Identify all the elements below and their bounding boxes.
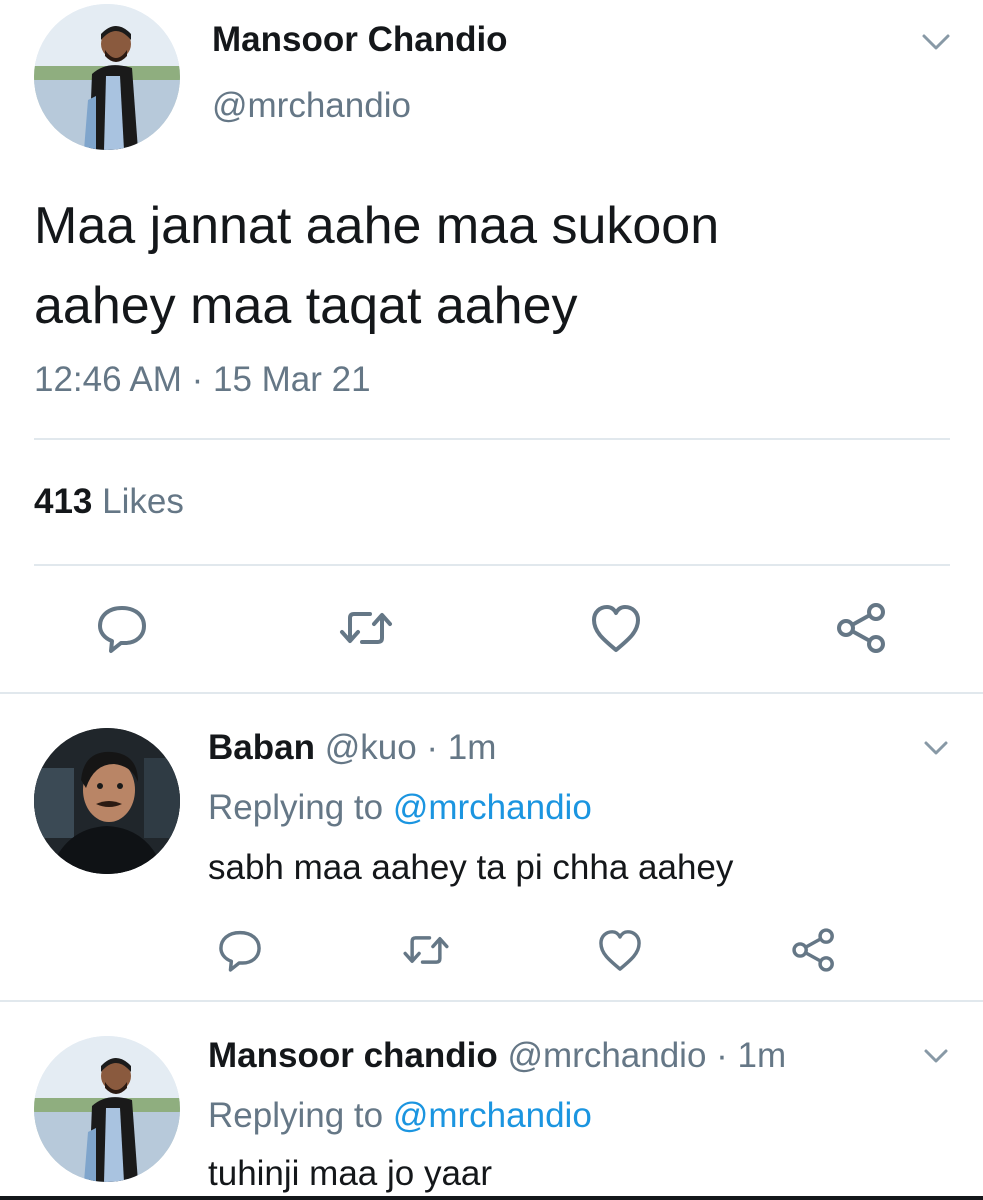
replying-prefix: Replying to (208, 788, 384, 827)
retweet-icon[interactable] (336, 598, 396, 658)
divider (0, 1000, 983, 1002)
tweet-text: Maa jannat aahe maa sukoon aahey maa taq… (34, 197, 720, 335)
reply-icon[interactable] (92, 598, 152, 658)
author-name[interactable]: Mansoor Chandio (212, 20, 508, 60)
tweet-timestamp[interactable]: 12:46 AM · 15 Mar 21 (34, 360, 371, 400)
share-icon[interactable] (832, 598, 892, 658)
retweet-icon[interactable] (400, 924, 452, 976)
reply-author-name[interactable]: Mansoor chandio (208, 1036, 498, 1075)
reply-icon[interactable] (214, 924, 266, 976)
reply-avatar[interactable] (34, 1036, 180, 1182)
reply-author-handle[interactable]: @mrchandio (507, 1036, 706, 1075)
reply-time: · 1m (426, 728, 497, 767)
reply-text: sabh maa aahey ta pi chha aahey (208, 848, 734, 887)
author-avatar[interactable] (34, 4, 180, 150)
likes-label: Likes (102, 482, 184, 521)
replying-handle-link[interactable]: @mrchandio (393, 788, 592, 827)
reply-author-name[interactable]: Baban (208, 728, 315, 767)
bottom-edge (0, 1196, 983, 1200)
divider (34, 564, 950, 566)
reply-time: · 1m (716, 1036, 787, 1075)
replying-to: Replying to @mrchandio (208, 788, 592, 828)
chevron-down-icon[interactable] (920, 732, 952, 764)
divider (34, 438, 950, 440)
reply-text: tuhinji maa jo yaar (208, 1154, 493, 1193)
reply-avatar[interactable] (34, 728, 180, 874)
reply-header: Baban @kuo · 1m (208, 728, 496, 768)
share-icon[interactable] (788, 924, 840, 976)
divider (0, 692, 983, 694)
replying-handle-link[interactable]: @mrchandio (393, 1096, 592, 1135)
author-handle[interactable]: @mrchandio (212, 86, 411, 126)
like-icon[interactable] (594, 924, 646, 976)
likes-stat[interactable]: 413 Likes (34, 482, 184, 522)
reply-author-handle[interactable]: @kuo (325, 728, 417, 767)
replying-to: Replying to @mrchandio (208, 1096, 592, 1136)
chevron-down-icon[interactable] (920, 1040, 952, 1072)
replying-prefix: Replying to (208, 1096, 384, 1135)
chevron-down-icon[interactable] (918, 24, 954, 60)
likes-count: 413 (34, 482, 93, 521)
like-icon[interactable] (586, 598, 646, 658)
reply-header: Mansoor chandio @mrchandio · 1m (208, 1036, 786, 1076)
